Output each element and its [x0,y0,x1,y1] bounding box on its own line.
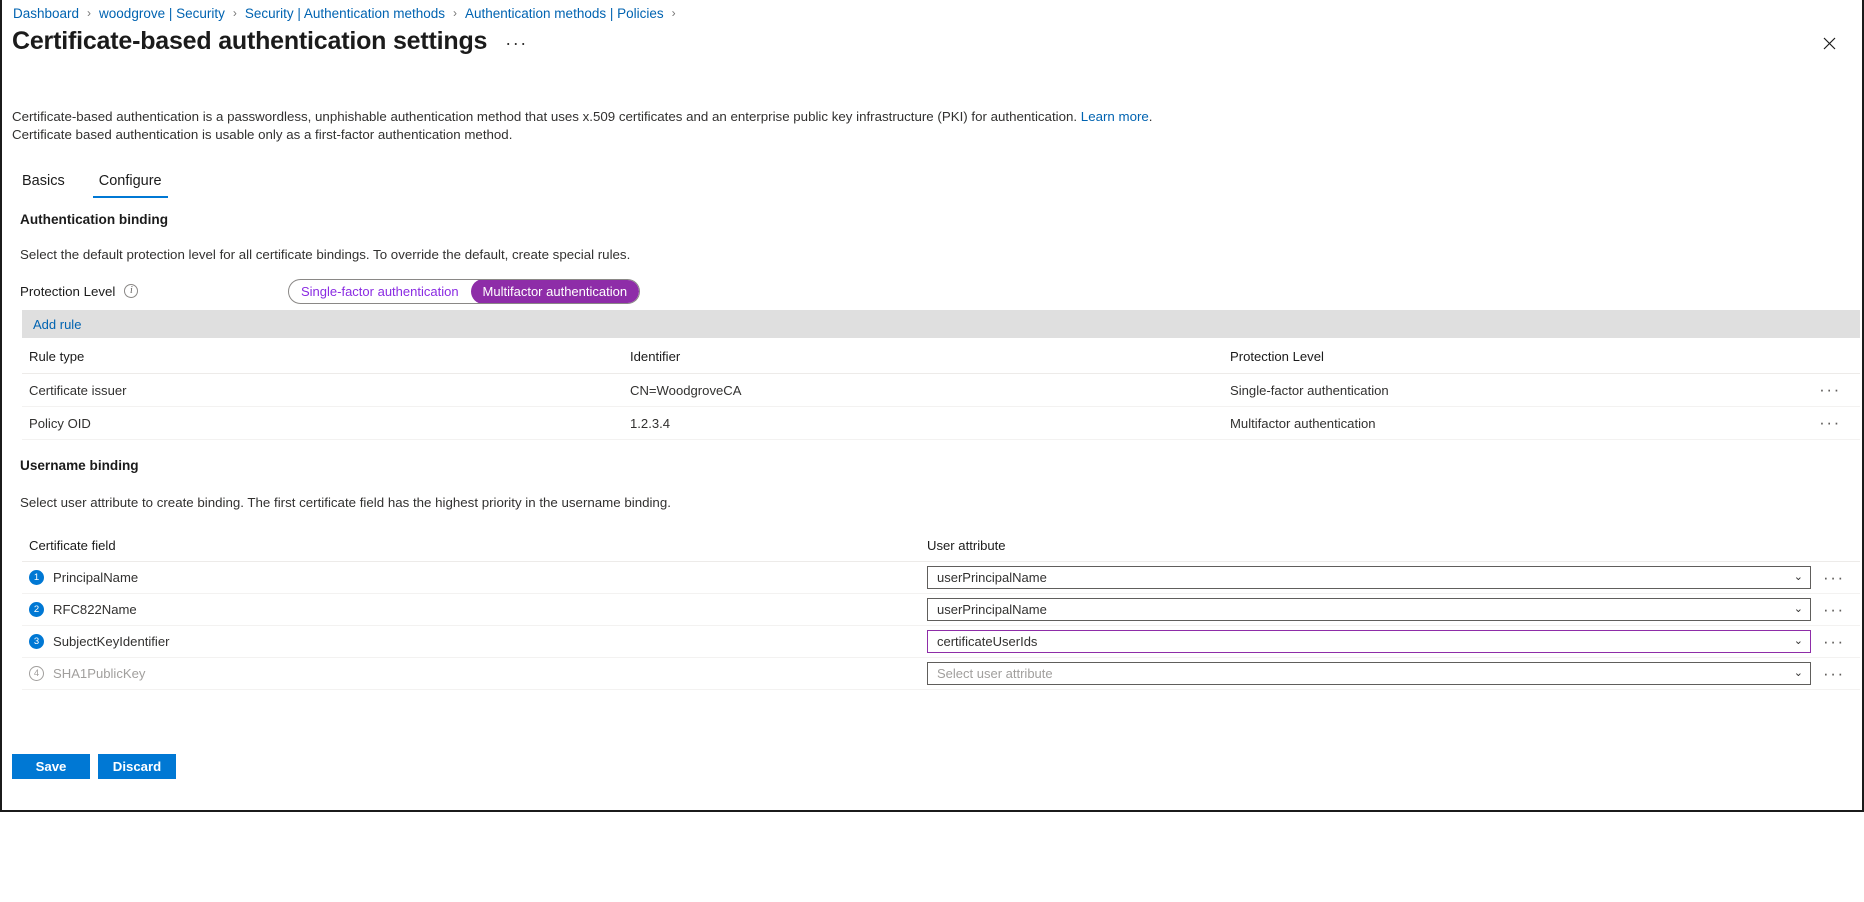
user-attribute-cell: userPrincipalName ⌄ [927,598,1815,621]
column-header-user-attribute: User attribute [927,538,1006,553]
certificate-field-label: SubjectKeyIdentifier [53,634,170,649]
priority-badge: 3 [29,634,44,649]
user-attribute-placeholder: Select user attribute [937,666,1053,681]
row-context-menu-icon[interactable]: ··· [1823,569,1845,586]
rules-table-header: Rule type Identifier Protection Level [22,340,1860,374]
user-attribute-dropdown[interactable]: userPrincipalName ⌄ [927,598,1811,621]
authentication-binding-description: Select the default protection level for … [20,247,631,262]
cell-rule-type: Policy OID [29,415,91,431]
row-context-menu-icon[interactable]: ··· [1823,601,1845,618]
add-rule-button[interactable]: Add rule [33,317,81,332]
breadcrumb-separator: › [232,6,237,20]
info-icon[interactable]: i [124,284,139,298]
username-binding-description: Select user attribute to create binding.… [20,495,671,510]
user-attribute-value: userPrincipalName [937,570,1047,585]
username-binding-header: Certificate field User attribute [22,530,1860,562]
certificate-field-cell: 4 SHA1PublicKey [22,666,927,681]
blade-description: Certificate-based authentication is a pa… [12,108,1153,144]
authentication-binding-heading: Authentication binding [20,212,168,227]
certificate-field-label: SHA1PublicKey [53,666,146,681]
user-attribute-cell: certificateUserIds ⌄ [927,630,1815,653]
user-attribute-value: userPrincipalName [937,602,1047,617]
chevron-down-icon: ⌄ [1793,603,1803,615]
rules-table: Rule type Identifier Protection Level Ce… [22,340,1860,440]
row-context-menu-icon[interactable]: ··· [1819,414,1841,431]
list-item: 2 RFC822Name userPrincipalName ⌄ ··· [22,594,1860,626]
row-actions-cell: ··· [1815,665,1860,682]
row-context-menu-icon[interactable]: ··· [1823,633,1845,650]
list-item: 1 PrincipalName userPrincipalName ⌄ ··· [22,562,1860,594]
save-button[interactable]: Save [12,754,90,779]
rules-command-bar: Add rule [22,310,1860,338]
priority-badge: 4 [29,666,44,681]
row-context-menu-icon[interactable]: ··· [1823,665,1845,682]
more-options-icon[interactable]: ··· [501,31,531,56]
breadcrumb: Dashboard › woodgrove | Security › Security … [12,3,683,23]
protection-level-option-multifactor[interactable]: Multifactor authentication [470,279,640,303]
description-period: . [1148,109,1153,124]
list-item: 3 SubjectKeyIdentifier certificateUserId… [22,626,1860,658]
breadcrumb-separator: › [87,6,92,20]
chevron-down-icon: ⌄ [1793,571,1803,583]
username-binding-heading: Username binding [20,458,139,473]
cell-protection-level: Single-factor authentication [1230,382,1389,398]
list-item: 4 SHA1PublicKey Select user attribute ⌄ … [22,658,1860,690]
page-title: Certificate-based authentication setting… [12,27,488,55]
tab-basics[interactable]: Basics [16,172,71,198]
column-header-protection-level: Protection Level [1230,349,1324,364]
certificate-field-label: RFC822Name [53,602,137,617]
protection-level-label: Protection Level [20,283,116,299]
user-attribute-dropdown[interactable]: userPrincipalName ⌄ [927,566,1811,589]
column-header-identifier: Identifier [630,349,681,364]
tab-list: Basics Configure [16,168,168,198]
page-title-row: Certificate-based authentication setting… [12,26,532,56]
chevron-down-icon: ⌄ [1793,667,1803,679]
close-icon[interactable] [1814,28,1844,58]
username-binding-table: Certificate field User attribute 1 Princ… [22,530,1860,690]
protection-level-row: Protection Level i Single-factor authent… [20,278,641,304]
priority-badge: 2 [29,602,44,617]
cell-actions: ··· [1800,414,1860,431]
row-actions-cell: ··· [1815,569,1860,586]
cell-identifier: CN=WoodgroveCA [630,382,742,398]
certificate-field-cell: 3 SubjectKeyIdentifier [22,634,927,649]
description-line-1: Certificate-based authentication is a pa… [12,108,1153,126]
description-text-1: Certificate-based authentication is a pa… [12,109,1081,124]
discard-button[interactable]: Discard [98,754,176,779]
column-header-certificate-field: Certificate field [29,538,116,553]
cell-rule-type: Certificate issuer [29,382,127,398]
breadcrumb-separator: › [671,6,676,20]
cell-actions: ··· [1800,381,1860,398]
column-header-rule-type: Rule type [29,349,85,364]
user-attribute-value: certificateUserIds [937,634,1038,649]
blade-panel: Dashboard › woodgrove | Security › Security … [0,0,1864,812]
cell-protection-level: Multifactor authentication [1230,415,1376,431]
chevron-down-icon: ⌄ [1793,635,1803,647]
table-row[interactable]: Policy OID 1.2.3.4 Multifactor authentic… [22,407,1860,440]
certificate-field-cell: 1 PrincipalName [22,570,927,585]
breadcrumb-item-0[interactable]: Dashboard [12,6,80,21]
user-attribute-dropdown[interactable]: certificateUserIds ⌄ [927,630,1811,653]
priority-badge: 1 [29,570,44,585]
description-line-2: Certificate based authentication is usab… [12,127,513,142]
cell-identifier: 1.2.3.4 [630,415,671,431]
row-actions-cell: ··· [1815,601,1860,618]
row-actions-cell: ··· [1815,633,1860,650]
footer-actions: Save Discard [12,754,176,779]
breadcrumb-item-1[interactable]: woodgrove | Security [98,6,226,21]
protection-level-toggle[interactable]: Single-factor authentication Multifactor… [288,278,641,304]
user-attribute-cell: Select user attribute ⌄ [927,662,1815,685]
breadcrumb-separator: › [453,6,457,20]
certificate-field-cell: 2 RFC822Name [22,602,927,617]
row-context-menu-icon[interactable]: ··· [1819,381,1841,398]
breadcrumb-item-2[interactable]: Security | Authentication methods [244,6,446,21]
protection-level-option-single-factor[interactable]: Single-factor authentication [289,280,471,303]
tab-configure[interactable]: Configure [92,172,168,198]
user-attribute-dropdown[interactable]: Select user attribute ⌄ [927,662,1811,685]
table-row[interactable]: Certificate issuer CN=WoodgroveCA Single… [22,374,1860,407]
learn-more-link[interactable]: Learn more [1081,109,1149,124]
certificate-field-label: PrincipalName [53,570,139,585]
user-attribute-cell: userPrincipalName ⌄ [927,566,1815,589]
breadcrumb-item-3[interactable]: Authentication methods | Policies [464,6,665,21]
